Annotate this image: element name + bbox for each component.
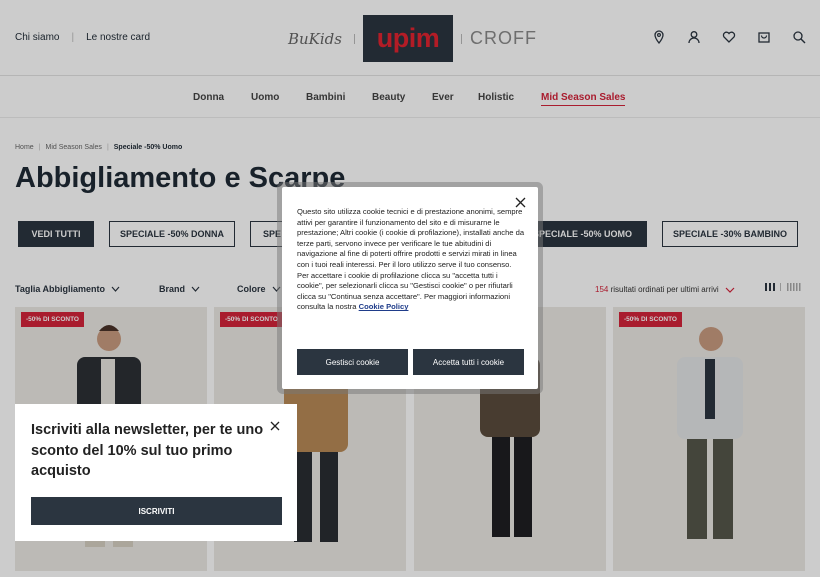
- cookie-policy-link[interactable]: Cookie Policy: [359, 302, 409, 311]
- close-icon[interactable]: [270, 421, 280, 431]
- newsletter-title: Iscriviti alla newsletter, per te uno sc…: [31, 422, 264, 479]
- cookie-dialog: Questo sito utilizza cookie tecnici e di…: [282, 187, 538, 389]
- subscribe-button[interactable]: ISCRIVITI: [31, 497, 282, 525]
- accept-cookies-button[interactable]: Accetta tutti i cookie: [413, 349, 524, 375]
- newsletter-popup: Iscriviti alla newsletter, per te uno sc…: [15, 404, 297, 541]
- manage-cookies-button[interactable]: Gestisci cookie: [297, 349, 408, 375]
- cookie-body: Questo sito utilizza cookie tecnici e di…: [297, 207, 525, 312]
- cookie-text: Questo sito utilizza cookie tecnici e di…: [297, 207, 525, 313]
